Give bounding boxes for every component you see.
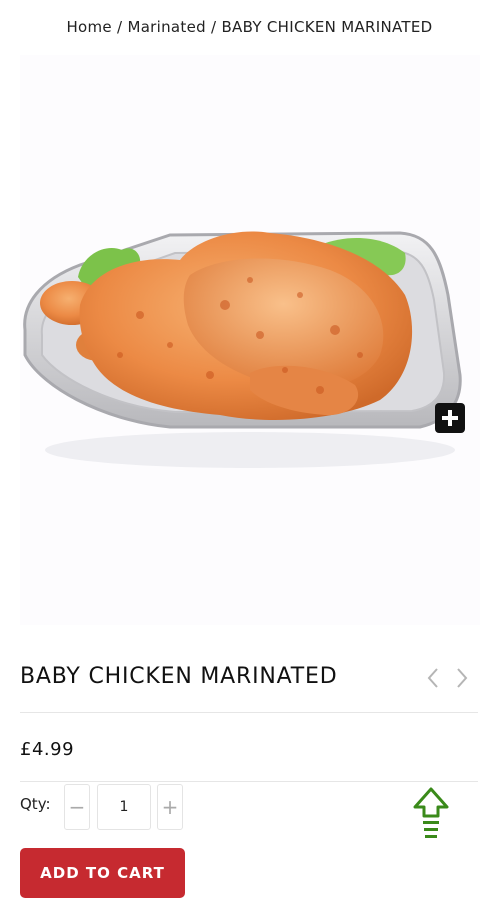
add-to-cart-button[interactable]: ADD TO CART (20, 848, 185, 898)
chevron-right-icon (457, 668, 468, 688)
breadcrumb-separator: / (111, 18, 128, 36)
divider (20, 712, 478, 713)
divider (20, 781, 478, 782)
breadcrumb-home[interactable]: Home (66, 18, 112, 36)
product-image[interactable] (20, 55, 480, 625)
zoom-button[interactable] (435, 403, 465, 433)
prev-product-button[interactable] (423, 666, 443, 690)
breadcrumb-separator: / (205, 18, 222, 36)
chevron-left-icon (427, 668, 438, 688)
breadcrumb-marinated[interactable]: Marinated (127, 18, 206, 36)
qty-decrease-button[interactable]: − (64, 784, 90, 830)
qty-input[interactable] (97, 784, 151, 830)
product-price: £4.99 (20, 739, 75, 760)
qty-increase-button[interactable]: + (157, 784, 183, 830)
product-title: BABY CHICKEN MARINATED (20, 664, 338, 689)
scroll-to-top-button[interactable] (412, 786, 450, 842)
arrow-up-icon (413, 787, 449, 838)
qty-label: Qty: (20, 795, 51, 813)
next-product-button[interactable] (452, 666, 472, 690)
chicken-image (23, 231, 462, 468)
plus-icon (442, 410, 458, 426)
breadcrumb-current: BABY CHICKEN MARINATED (221, 18, 433, 36)
breadcrumb: Home / Marinated / BABY CHICKEN MARINATE… (0, 18, 499, 36)
